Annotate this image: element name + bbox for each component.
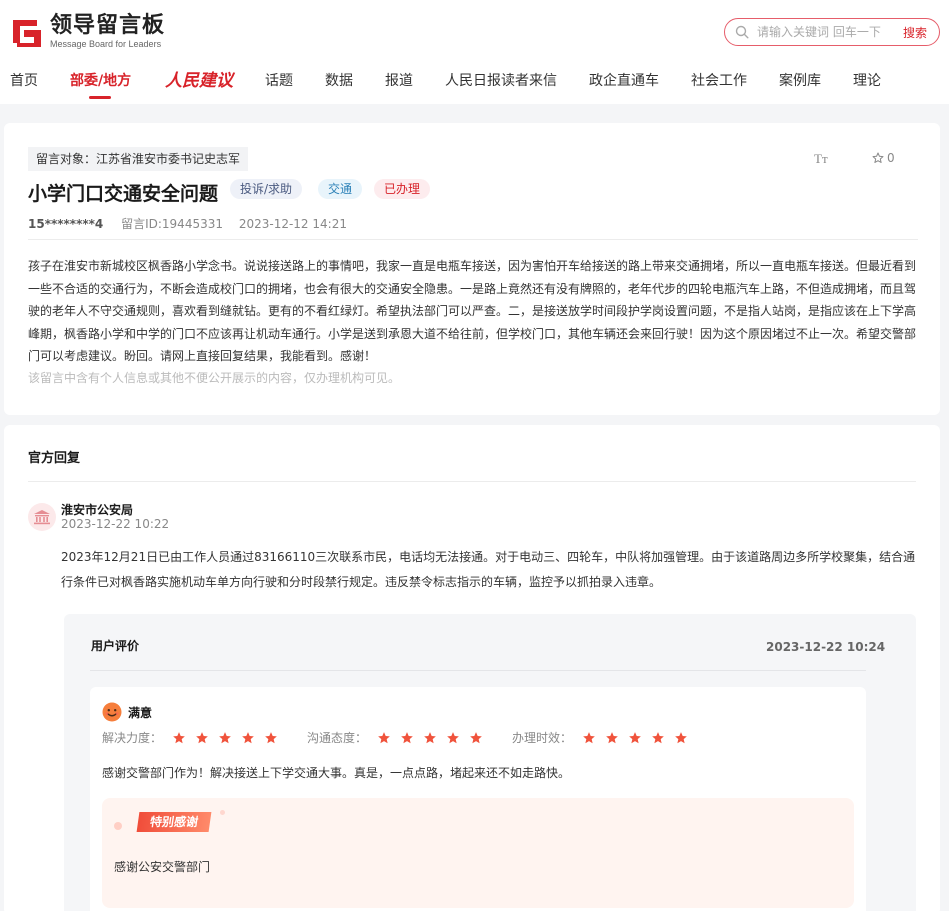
reply-body: 2023年12月21日已由工作人员通过83166110三次联系市民，电话均无法接… [61,550,916,589]
decor-dot [220,810,225,815]
star-icon [675,731,687,743]
logo-mark-icon [13,20,41,47]
satisfaction-label: 满意 [128,705,153,720]
main-nav: 首页 部委/地方 人民建议 话题 数据 报道 人民日报读者来信 政企直通车 社会… [0,64,949,104]
tag-type[interactable]: 投诉/求助 [230,179,303,199]
star-icon [378,731,390,743]
star-icon [470,731,482,743]
site-logo[interactable]: 领导留言板 Message Board for Leaders [10,14,165,50]
divider [28,481,916,482]
star-icon [583,731,595,743]
nav-item-topics[interactable]: 话题 [265,70,293,90]
favorite-count: 0 [887,151,895,165]
nav-item-enterprise-express[interactable]: 政企直通车 [589,70,659,90]
rating-stars [582,731,697,745]
nav-item-home[interactable]: 首页 [10,70,38,90]
special-thanks-text: 感谢公安交警部门 [114,860,211,874]
nav-item-data[interactable]: 数据 [325,70,353,90]
site-header: 领导留言板 Message Board for Leaders 搜索 首页 部委… [0,0,949,104]
nav-item-people-suggestions[interactable]: 人民建议 [165,66,233,91]
nav-item-theory[interactable]: 理论 [853,70,881,90]
evaluation-datetime: 2023-12-22 10:24 [766,640,886,654]
privacy-note: 该留言中含有个人信息或其他不便公开展示的内容，仅办理机构可见。 [28,371,401,385]
logo-subtitle: Message Board for Leaders [50,39,162,49]
star-icon [196,731,208,743]
nav-item-reader-letters[interactable]: 人民日报读者来信 [445,70,557,90]
status-badge: 已办理 [374,179,431,199]
user-evaluation: 用户评价 2023-12-22 10:24 满意 解决力度： 沟通态度： 办理时… [64,614,916,911]
star-icon [265,731,277,743]
divider [90,670,866,671]
search-button[interactable]: 搜索 [903,24,927,41]
star-icon [424,731,436,743]
message-body: 孩子在淮安市新城校区枫香路小学念书。说说接送路上的事情吧，我家一直是电瓶车接送，… [28,259,917,363]
star-icon [219,731,231,743]
search-input[interactable] [757,25,889,39]
evaluation-text: 感谢交警部门作为！解决接送上下学交通大事。真是，一点点路，堵起来还不如走路快。 [102,766,571,780]
rating-timeliness: 办理时效： [512,729,697,746]
nav-item-ministries-local[interactable]: 部委/地方 [70,70,131,90]
star-outline-icon [872,152,884,163]
rating-label: 办理时效： [512,731,573,745]
star-icon [629,731,641,743]
decor-dot [114,822,122,830]
special-thanks: 特别感谢 感谢公安交警部门 [102,798,854,908]
evaluation-heading: 用户评价 [91,639,140,653]
org-name[interactable]: 淮安市公安局 [61,501,133,518]
rating-resolution: 解决力度： [102,729,287,746]
star-icon [447,731,459,743]
rating-stars [172,731,287,745]
nav-item-case-library[interactable]: 案例库 [779,70,821,90]
favorite-button[interactable]: 0 [872,151,895,165]
rating-label: 沟通态度： [307,731,368,745]
official-reply-card: 官方回复 淮安市公安局 2023-12-22 10:22 2023年12月21日… [4,425,940,911]
search-icon [735,25,749,39]
special-thanks-ribbon: 特别感谢 [136,812,212,832]
nav-item-reports[interactable]: 报道 [385,70,413,90]
user-id: 15********4 [28,217,104,231]
tag-domain[interactable]: 交通 [318,179,363,199]
satisfaction: 满意 [102,702,152,722]
message-target: 留言对象：江苏省淮安市委书记史志军 [28,147,249,171]
reply-heading: 官方回复 [28,451,81,466]
star-icon [242,731,254,743]
font-size-toggle[interactable]: Tт [814,151,828,167]
search-bar: 搜索 [724,18,940,46]
message-title: 小学门口交通安全问题 [28,183,219,205]
message-datetime: 2023-12-12 14:21 [238,217,347,231]
org-avatar [28,503,56,531]
nav-active-indicator [89,96,111,99]
message-id: 留言ID:19445331 [121,217,223,231]
rating-label: 解决力度： [102,731,163,745]
reply-datetime: 2023-12-22 10:22 [61,517,170,531]
rating-attitude: 沟通态度： [307,729,492,746]
government-building-icon [34,510,50,525]
star-icon [173,731,185,743]
rating-row: 解决力度： 沟通态度： 办理时效： [102,729,717,746]
smile-face-icon [102,702,122,722]
star-icon [401,731,413,743]
logo-title: 领导留言板 [50,13,166,38]
star-icon [606,731,618,743]
rating-stars [377,731,492,745]
nav-item-social-work[interactable]: 社会工作 [691,70,747,90]
evaluation-card: 满意 解决力度： 沟通态度： 办理时效： 感谢交警部门作为！解决接送上下学交通大… [90,687,866,911]
star-icon [652,731,664,743]
message-card: 留言对象：江苏省淮安市委书记史志军 Tт 0 小学门口交通安全问题 投诉/求助 … [4,123,940,415]
message-meta: 15********4 留言ID:19445331 2023-12-12 14:… [28,215,347,232]
divider [28,239,918,240]
